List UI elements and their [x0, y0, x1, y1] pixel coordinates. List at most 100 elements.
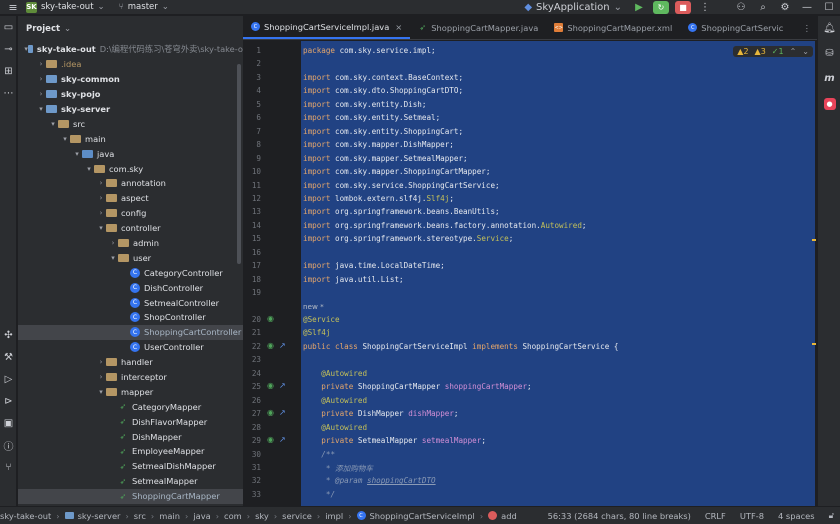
- spring-bean-icon[interactable]: ◉: [267, 341, 274, 350]
- services-tool-icon[interactable]: ✣: [0, 324, 17, 346]
- tree-row[interactable]: › config: [18, 206, 243, 221]
- tree-row[interactable]: ➶ SetmealDishMapper: [18, 459, 243, 474]
- maven-icon[interactable]: m: [818, 66, 840, 91]
- breadcrumb-item[interactable]: sky: [255, 511, 269, 521]
- chevron-right-icon[interactable]: ›: [36, 75, 46, 83]
- breadcrumb-item[interactable]: main: [159, 511, 180, 521]
- breadcrumb-item[interactable]: impl: [325, 511, 343, 521]
- plugin-icon[interactable]: ●: [818, 91, 840, 116]
- spring-bean-icon[interactable]: ◉: [267, 314, 274, 323]
- tree-row[interactable]: C SetmealController: [18, 295, 243, 310]
- commit-tool-icon[interactable]: ⊸: [0, 38, 17, 60]
- autowired-bean-icon[interactable]: ◉: [267, 408, 274, 417]
- chevron-right-icon[interactable]: ›: [96, 358, 106, 366]
- database-icon[interactable]: ⛁: [818, 41, 840, 66]
- lock-icon[interactable]: 🔓︎: [829, 510, 834, 521]
- chevron-right-icon[interactable]: ›: [96, 179, 106, 187]
- tree-row[interactable]: ➶ DishFlavorMapper: [18, 414, 243, 429]
- tree-row[interactable]: › sky-common: [18, 72, 243, 87]
- chevron-right-icon[interactable]: ›: [96, 209, 106, 217]
- tree-row[interactable]: › .idea: [18, 57, 243, 72]
- tree-row[interactable]: › admin: [18, 236, 243, 251]
- build-tool-icon[interactable]: ⚒: [0, 346, 17, 368]
- more-tools-icon[interactable]: ⋯: [0, 82, 17, 104]
- chevron-down-icon[interactable]: ▾: [96, 388, 106, 396]
- vcs-branch-switcher[interactable]: ⑂ master ⌄: [119, 2, 169, 12]
- debug-button[interactable]: ↻: [650, 0, 672, 15]
- breadcrumb-item[interactable]: sky-take-out: [0, 511, 51, 521]
- chevron-right-icon[interactable]: ›: [36, 90, 46, 98]
- search-icon[interactable]: ⌕: [752, 0, 774, 15]
- close-icon[interactable]: ×: [395, 22, 402, 32]
- breadcrumb-item[interactable]: add: [501, 511, 517, 521]
- tree-row[interactable]: C ShoppingCartController: [18, 324, 243, 340]
- breadcrumb-item[interactable]: sky-server: [78, 511, 121, 521]
- debug-tool-icon[interactable]: ⊳: [0, 390, 17, 412]
- chevron-down-icon[interactable]: ▾: [84, 165, 94, 173]
- chevron-right-icon[interactable]: ›: [96, 194, 106, 202]
- run-config-selector[interactable]: ◆ SkyApplication ⌄: [518, 0, 628, 15]
- chevron-right-icon[interactable]: ›: [108, 239, 118, 247]
- tree-row[interactable]: ➶ ShoppingCartMapper: [18, 488, 243, 504]
- tree-row[interactable]: ▾ java: [18, 146, 243, 161]
- tree-row[interactable]: ▾ user: [18, 250, 243, 265]
- breadcrumb-item[interactable]: java: [193, 511, 210, 521]
- tree-row[interactable]: C ShopController: [18, 310, 243, 325]
- tree-row[interactable]: ▾ controller: [18, 221, 243, 236]
- code-area[interactable]: 1 2 3 4 5 6 7 8 9 10 11 12 13 14 15 16 17 18 19 20 ◉ 21 22 ◉ ↗ 23…: [243, 41, 817, 506]
- project-switcher[interactable]: SK sky-take-out ⌄: [26, 1, 105, 13]
- tree-row[interactable]: › handler: [18, 355, 243, 370]
- notifications-icon[interactable]: 🔔︎: [818, 16, 840, 41]
- editor-tab[interactable]: C ShoppingCartServiceImpl.java ×: [243, 16, 411, 39]
- tree-row[interactable]: C DishController: [18, 280, 243, 295]
- tree-row[interactable]: ➶ CategoryMapper: [18, 399, 243, 414]
- tabs-more-icon[interactable]: ⋮: [797, 16, 817, 39]
- chevron-right-icon[interactable]: ›: [96, 373, 106, 381]
- chevron-down-icon[interactable]: ▾: [72, 150, 82, 158]
- tree-row[interactable]: ➶ SetmealMapper: [18, 474, 243, 489]
- chevron-down-icon[interactable]: ▾: [96, 224, 106, 232]
- tree-row[interactable]: ▾ mapper: [18, 384, 243, 399]
- chevron-down-icon[interactable]: ▾: [36, 105, 46, 113]
- tree-row[interactable]: ▾ main: [18, 131, 243, 146]
- caret-position[interactable]: 56:33 (2684 chars, 80 line breaks): [548, 511, 691, 521]
- tree-row[interactable]: ➶ EmployeeMapper: [18, 444, 243, 459]
- tree-row[interactable]: ▾ sky-take-out D:\编程代码练习\苍穹外卖\sky-take-o: [18, 42, 243, 57]
- tree-row[interactable]: ▾ com.sky: [18, 161, 243, 176]
- structure-tool-icon[interactable]: ⊞: [0, 60, 17, 82]
- tree-row[interactable]: ▾ src: [18, 116, 243, 131]
- minimize-icon[interactable]: —: [796, 0, 818, 15]
- chevron-down-icon[interactable]: ▾: [108, 254, 118, 262]
- indent-setting[interactable]: 4 spaces: [778, 511, 815, 521]
- tree-row[interactable]: C CategoryController: [18, 265, 243, 280]
- problems-tool-icon[interactable]: ⓘ: [0, 434, 17, 456]
- settings-gear-icon[interactable]: ⚙: [774, 0, 796, 15]
- tree-row[interactable]: ▾ sky-server: [18, 102, 243, 117]
- add-user-icon[interactable]: ⚇: [730, 0, 752, 15]
- file-encoding[interactable]: UTF-8: [740, 511, 764, 521]
- navigate-to-implementation-icon[interactable]: ↗: [279, 408, 286, 417]
- project-panel-header[interactable]: Project ⌄: [18, 16, 243, 42]
- run-icon[interactable]: ▶: [628, 0, 650, 15]
- maximize-icon[interactable]: ☐: [818, 0, 840, 15]
- editor-tab[interactable]: ➶ ShoppingCartMapper.java: [410, 16, 546, 39]
- chevron-down-icon[interactable]: ▾: [48, 120, 58, 128]
- tree-row[interactable]: › annotation: [18, 176, 243, 191]
- tree-row[interactable]: ➶ DishMapper: [18, 429, 243, 444]
- tree-row[interactable]: › interceptor: [18, 370, 243, 385]
- tree-row[interactable]: › sky-pojo: [18, 87, 243, 102]
- breadcrumb-item[interactable]: src: [134, 511, 146, 521]
- navigate-to-implementation-icon[interactable]: ↗: [279, 341, 286, 350]
- chevron-right-icon[interactable]: ›: [36, 60, 46, 68]
- stop-button[interactable]: ■: [672, 0, 694, 15]
- more-actions-icon[interactable]: ⋮: [694, 0, 716, 15]
- tree-row[interactable]: C UserController: [18, 340, 243, 355]
- tree-row[interactable]: › aspect: [18, 191, 243, 206]
- chevron-down-icon[interactable]: ▾: [60, 135, 70, 143]
- navigate-to-implementation-icon[interactable]: ↗: [279, 381, 286, 390]
- editor-tab[interactable]: C ShoppingCartServic: [680, 16, 791, 39]
- breadcrumb-item[interactable]: ShoppingCartServiceImpl: [370, 511, 475, 521]
- run-tool-icon[interactable]: ▷: [0, 368, 17, 390]
- main-menu-icon[interactable]: ≡: [0, 1, 26, 14]
- editor-tab[interactable]: <> ShoppingCartMapper.xml: [546, 16, 680, 39]
